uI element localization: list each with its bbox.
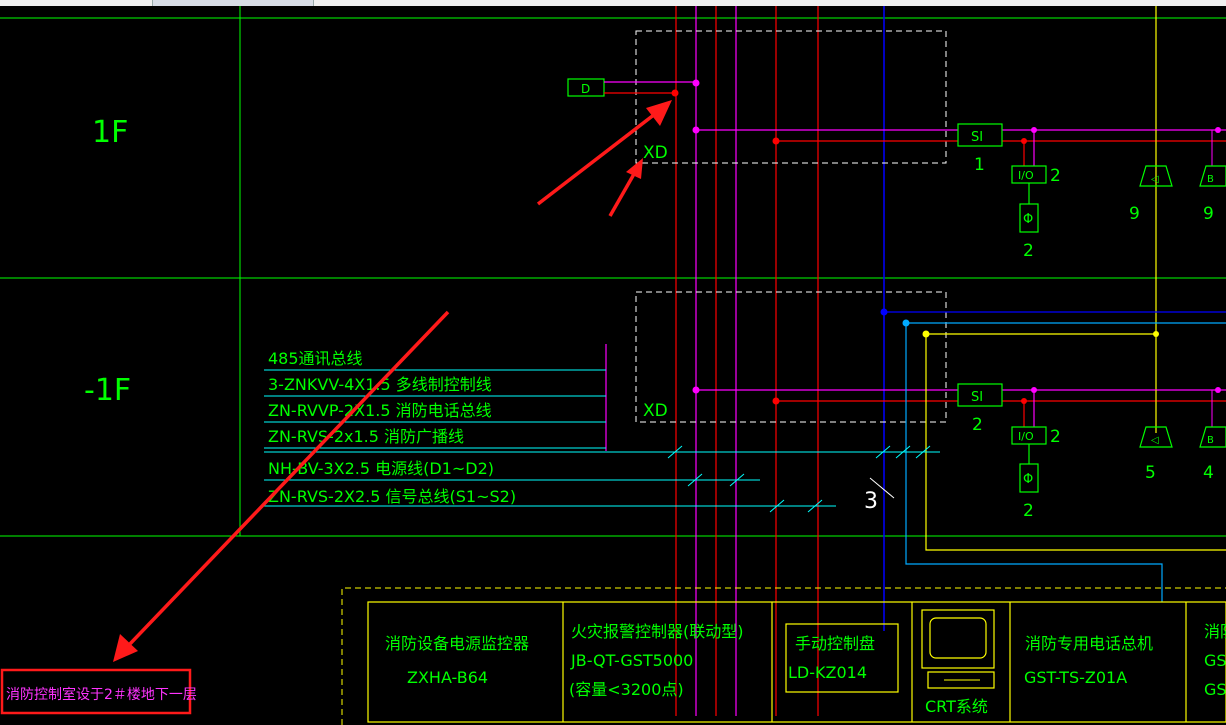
cable-legend: 485通讯总线 3-ZNKVV-4X1.5 多线制控制线 ZN-RVVP-2X1… — [264, 344, 940, 514]
fire-alarm-controller[interactable]: 火灾报警控制器(联动型) JB-QT-GST5000 (容量<3200点) — [569, 622, 744, 699]
si-count-b1: 2 — [972, 415, 983, 435]
legend-item: 485通讯总线 — [268, 349, 363, 368]
junction-dot — [1215, 127, 1221, 133]
floor-label-b1: -1F — [84, 373, 131, 408]
phone-symbol-b1: Φ — [1023, 472, 1033, 487]
junction-dot — [1215, 387, 1221, 393]
bell-count-b1: 4 — [1203, 463, 1214, 483]
junction-dot — [1153, 331, 1159, 337]
legend-item: ZN-RVVP-2X1.5 消防电话总线 — [268, 401, 492, 420]
si-label-1f: SI — [971, 130, 983, 145]
si-label-b1: SI — [971, 390, 983, 405]
si-count-1f: 1 — [974, 155, 985, 175]
phone-host-model: GST-TS-Z01A — [1024, 668, 1127, 687]
fire-phone-host[interactable]: 消防专用电话总机 GST-TS-Z01A — [1024, 634, 1153, 687]
cutoff-line3: GS — [1204, 680, 1226, 699]
xd-cabinet-1f[interactable] — [635, 30, 947, 164]
bell-symbol-b1: B — [1207, 435, 1214, 446]
control-room-outline — [341, 587, 1226, 725]
junction-dot — [772, 397, 780, 405]
power-monitor-model: ZXHA-B64 — [407, 668, 488, 687]
power-monitor-panel[interactable]: 消防设备电源监控器 ZXHA-B64 — [385, 634, 529, 687]
speaker-count-1f: 9 — [1129, 204, 1140, 224]
legend-item: ZN-RVS-2x1.5 消防广播线 — [268, 427, 464, 446]
d-box-label: D — [581, 82, 590, 96]
phone-host-name: 消防专用电话总机 — [1025, 634, 1153, 653]
speaker-symbol-b1: ◁ — [1151, 435, 1159, 446]
legend-item: NH-BV-3X2.5 电源线(D1~D2) — [268, 459, 494, 478]
fire-alarm-capacity: (容量<3200点) — [569, 680, 684, 699]
junction-dot — [671, 89, 679, 97]
manual-control-panel[interactable]: 手动控制盘 LD-KZ014 — [785, 623, 899, 693]
speaker-symbol-1f: ◁ — [1151, 174, 1159, 185]
phone-count-b1: 2 — [1023, 501, 1034, 521]
fire-alarm-model: JB-QT-GST5000 — [570, 651, 693, 670]
io-label-b1: I/O — [1018, 430, 1034, 443]
xd-label-b1: XD — [643, 401, 668, 421]
phone-count-1f: 2 — [1023, 241, 1034, 261]
xd-label-1f: XD — [643, 143, 668, 163]
junction-dot — [692, 126, 700, 134]
cad-drawing-canvas[interactable]: 1F -1F XD XD D SI 1 I/O 2 Φ 2 ◁ 9 B 9 SI… — [0, 6, 1226, 725]
crt-name: CRT系统 — [925, 697, 988, 716]
junction-dot — [692, 386, 700, 394]
junction-dot — [692, 79, 700, 87]
speaker-count-b1: 5 — [1145, 463, 1156, 483]
manual-panel-name: 手动控制盘 — [795, 634, 875, 653]
riser-lines — [675, 6, 1157, 716]
crt-system[interactable]: CRT系统 — [921, 609, 995, 716]
phone-symbol-1f: Φ — [1023, 212, 1033, 227]
cutoff-panel[interactable]: 消防 GST GS — [1204, 622, 1226, 699]
power-monitor-name: 消防设备电源监控器 — [385, 634, 529, 653]
annotation-text: 消防控制室设于2＃楼地下一层 — [6, 686, 197, 703]
manual-panel-model: LD-KZ014 — [788, 663, 867, 682]
fire-alarm-name: 火灾报警控制器(联动型) — [571, 622, 744, 641]
floor-label-1f: 1F — [92, 115, 128, 150]
io-count-b1: 2 — [1050, 427, 1061, 447]
io-label-1f: I/O — [1018, 169, 1034, 182]
legend-item: ZN-RVS-2X2.5 信号总线(S1~S2) — [268, 487, 516, 506]
junction-dot — [880, 308, 888, 316]
io-count-1f: 2 — [1050, 166, 1061, 186]
floor-grid — [0, 6, 1226, 537]
bundle-count: 3 — [864, 489, 878, 514]
equipment-row — [367, 601, 1226, 723]
bell-count-1f: 9 — [1203, 204, 1214, 224]
junction-dot — [772, 137, 780, 145]
cutoff-line2: GST — [1204, 651, 1226, 670]
bell-symbol-1f: B — [1207, 174, 1214, 185]
cutoff-name: 消防 — [1204, 622, 1226, 641]
